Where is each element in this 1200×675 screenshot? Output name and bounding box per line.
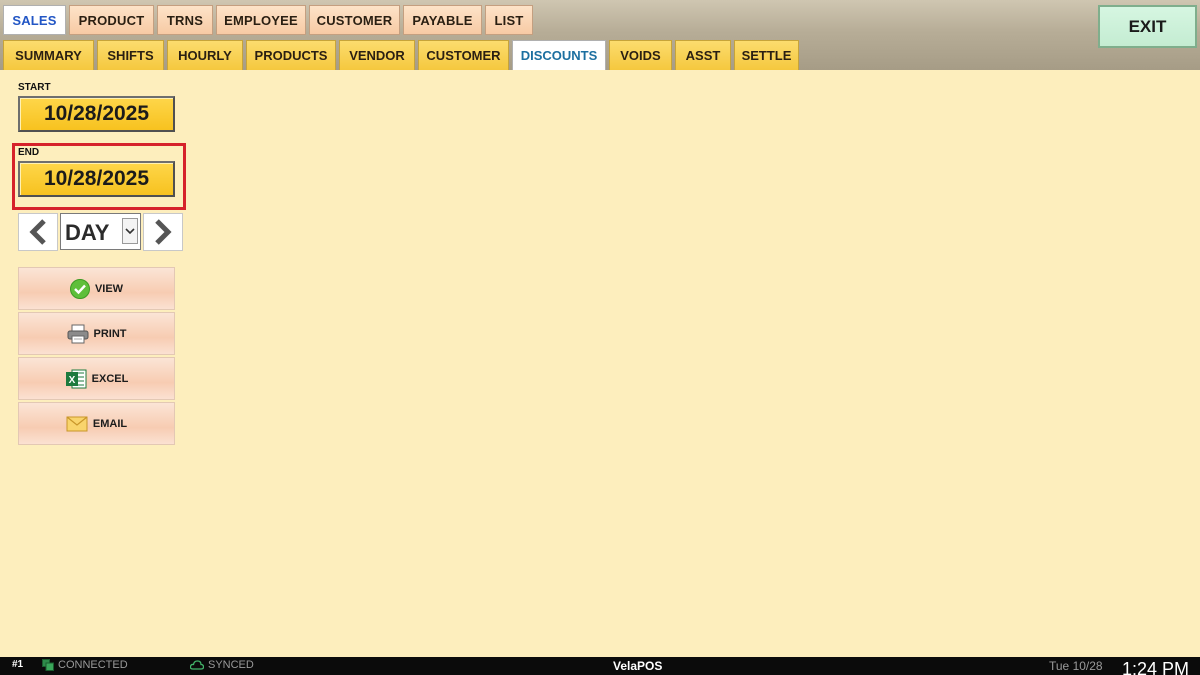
- brand-name: VelaPOS: [613, 659, 663, 673]
- start-label: START: [18, 82, 51, 93]
- printer-icon: [67, 324, 88, 343]
- check-icon: [69, 278, 90, 299]
- subtab-hourly[interactable]: HOURLY: [167, 40, 243, 70]
- subtab-customer[interactable]: CUSTOMER: [418, 40, 509, 70]
- status-time: 1:24 PM: [1122, 659, 1190, 675]
- tab-payable[interactable]: PAYABLE: [403, 5, 482, 35]
- view-button[interactable]: VIEW: [18, 267, 175, 310]
- exit-button[interactable]: EXIT: [1098, 5, 1197, 48]
- status-date: Tue 10/28: [1049, 659, 1103, 673]
- email-button[interactable]: EMAIL: [18, 402, 175, 445]
- subtab-asst[interactable]: ASST: [675, 40, 731, 70]
- previous-period-button[interactable]: [18, 213, 58, 251]
- subtab-products[interactable]: PRODUCTS: [246, 40, 336, 70]
- chevron-right-icon: [155, 219, 172, 245]
- tab-list[interactable]: LIST: [485, 5, 533, 35]
- excel-button-label: EXCEL: [91, 372, 129, 385]
- report-tab-bar: SUMMARY SHIFTS HOURLY PRODUCTS VENDOR CU…: [3, 40, 799, 70]
- print-button[interactable]: PRINT: [18, 312, 175, 355]
- period-select-value: DAY: [65, 220, 110, 245]
- svg-text:X: X: [68, 375, 75, 386]
- tab-customer[interactable]: CUSTOMER: [309, 5, 400, 35]
- chevron-down-icon: [122, 218, 138, 244]
- sync-status: SYNCED: [190, 659, 254, 671]
- envelope-icon: [66, 416, 88, 431]
- tab-product[interactable]: PRODUCT: [69, 5, 154, 35]
- end-label: END: [18, 147, 40, 158]
- period-select[interactable]: DAY: [60, 213, 141, 250]
- excel-icon: X: [65, 369, 87, 388]
- subtab-shifts[interactable]: SHIFTS: [97, 40, 164, 70]
- tab-employee[interactable]: EMPLOYEE: [216, 5, 306, 35]
- email-button-label: EMAIL: [92, 417, 128, 430]
- view-button-label: VIEW: [94, 282, 124, 295]
- subtab-settle[interactable]: SETTLE: [734, 40, 799, 70]
- station-number: #1: [12, 659, 24, 670]
- sync-status-label: SYNCED: [208, 659, 254, 671]
- print-button-label: PRINT: [93, 327, 127, 340]
- tab-trns[interactable]: TRNS: [157, 5, 213, 35]
- end-date-button[interactable]: 10/28/2025: [18, 161, 175, 197]
- main-tab-bar: SALES PRODUCT TRNS EMPLOYEE CUSTOMER PAY…: [3, 5, 533, 35]
- subtab-discounts[interactable]: DISCOUNTS: [512, 40, 606, 70]
- tab-sales[interactable]: SALES: [3, 5, 66, 35]
- connection-status: CONNECTED: [42, 659, 128, 671]
- connection-status-label: CONNECTED: [58, 659, 128, 671]
- network-connected-icon: [42, 659, 54, 671]
- status-bar: #1 CONNECTED SYNCED VelaPOS Tue 10/28 1:…: [0, 657, 1200, 675]
- next-period-button[interactable]: [143, 213, 183, 251]
- cloud-icon: [190, 660, 204, 670]
- subtab-voids[interactable]: VOIDS: [609, 40, 672, 70]
- subtab-summary[interactable]: SUMMARY: [3, 40, 94, 70]
- subtab-vendor[interactable]: VENDOR: [339, 40, 415, 70]
- chevron-left-icon: [29, 219, 46, 245]
- excel-button[interactable]: X EXCEL: [18, 357, 175, 400]
- start-date-button[interactable]: 10/28/2025: [18, 96, 175, 132]
